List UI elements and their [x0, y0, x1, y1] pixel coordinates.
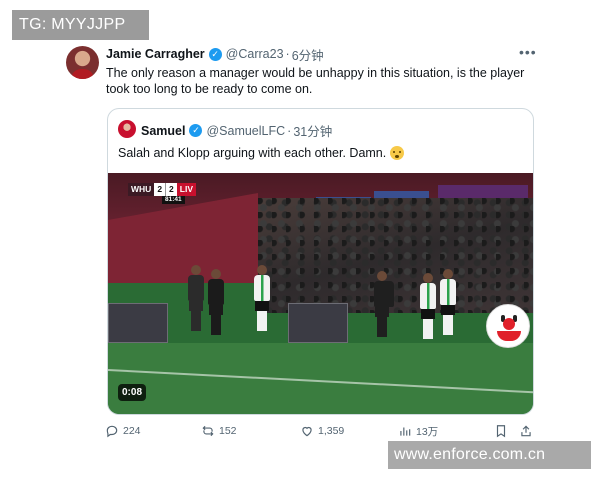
like-count: 1,359: [318, 425, 345, 437]
views-chart-icon: [400, 427, 411, 436]
quoted-tweet-card[interactable]: Samuel ✓ @SamuelLFC · 31分钟 Salah and Klo…: [107, 108, 534, 415]
view-count: 13万: [416, 425, 439, 438]
more-options-icon[interactable]: •••: [519, 44, 537, 60]
author-name[interactable]: Jamie Carragher: [106, 47, 205, 61]
quoted-handle: @SamuelLFC: [206, 123, 286, 138]
clown-face-icon: [486, 304, 530, 348]
away-score: 2: [165, 183, 177, 196]
dugout: [108, 303, 168, 343]
share-button[interactable]: [519, 423, 533, 439]
views-button[interactable]: 13万: [398, 423, 438, 439]
video-duration: 0:08: [118, 384, 147, 401]
player-figure: [188, 265, 204, 331]
tweet-header: Jamie Carragher ✓ @Carra23 · 6分钟: [106, 45, 324, 64]
reply-icon: [106, 425, 118, 438]
quoted-text-body: Salah and Klopp arguing with each other.…: [118, 146, 387, 160]
bookmark-icon: [496, 425, 506, 438]
repost-count: 152: [219, 425, 237, 437]
flushed-face-emoji-icon: [390, 146, 405, 160]
tweet-text: The only reason a manager would be unhap…: [106, 66, 525, 96]
watermark-top: TG: MYYJJPP: [12, 10, 149, 40]
home-team: WHU: [128, 183, 155, 196]
player-figure: [208, 269, 224, 335]
quoted-header: Samuel ✓ @SamuelLFC · 31分钟: [141, 121, 332, 140]
match-clock: 81:41: [162, 196, 185, 204]
author-handle[interactable]: @Carra23: [226, 47, 284, 61]
like-button[interactable]: 1,359: [300, 423, 344, 439]
dugout: [288, 303, 348, 343]
pitch: [108, 343, 533, 414]
video-player[interactable]: WHU 2 2 LIV 81:41 0:08: [108, 173, 533, 414]
watermark-bottom: www.enforce.com.cn: [388, 441, 591, 469]
bookmark-button[interactable]: [494, 423, 508, 439]
away-team: LIV: [176, 183, 197, 196]
quoted-avatar: [118, 120, 136, 138]
player-figure: [420, 273, 436, 339]
repost-button[interactable]: 152: [201, 423, 237, 439]
heart-icon: [302, 426, 312, 437]
quoted-text: Salah and Klopp arguing with each other.…: [118, 146, 405, 160]
player-figure: [254, 265, 270, 331]
quoted-time: 31分钟: [293, 125, 333, 139]
separator-dot: ·: [285, 47, 290, 61]
avatar[interactable]: [66, 46, 99, 79]
reply-count: 224: [123, 425, 141, 437]
player-figure: [440, 269, 456, 335]
quoted-author-name: Samuel: [141, 123, 186, 138]
reply-button[interactable]: 224: [105, 423, 141, 439]
verified-badge-icon: ✓: [208, 47, 222, 61]
scorebug: WHU 2 2 LIV 81:41: [128, 183, 197, 204]
crowd: [258, 198, 533, 313]
verified-badge-icon: ✓: [189, 124, 203, 137]
home-score: 2: [154, 183, 166, 196]
action-bar: 224 152 1,359 13万: [105, 423, 535, 439]
repost-icon: [202, 425, 214, 437]
player-figure: [374, 271, 394, 337]
share-icon: [521, 425, 531, 437]
tweet-time[interactable]: 6分钟: [292, 45, 324, 64]
separator-dot: ·: [287, 123, 292, 138]
